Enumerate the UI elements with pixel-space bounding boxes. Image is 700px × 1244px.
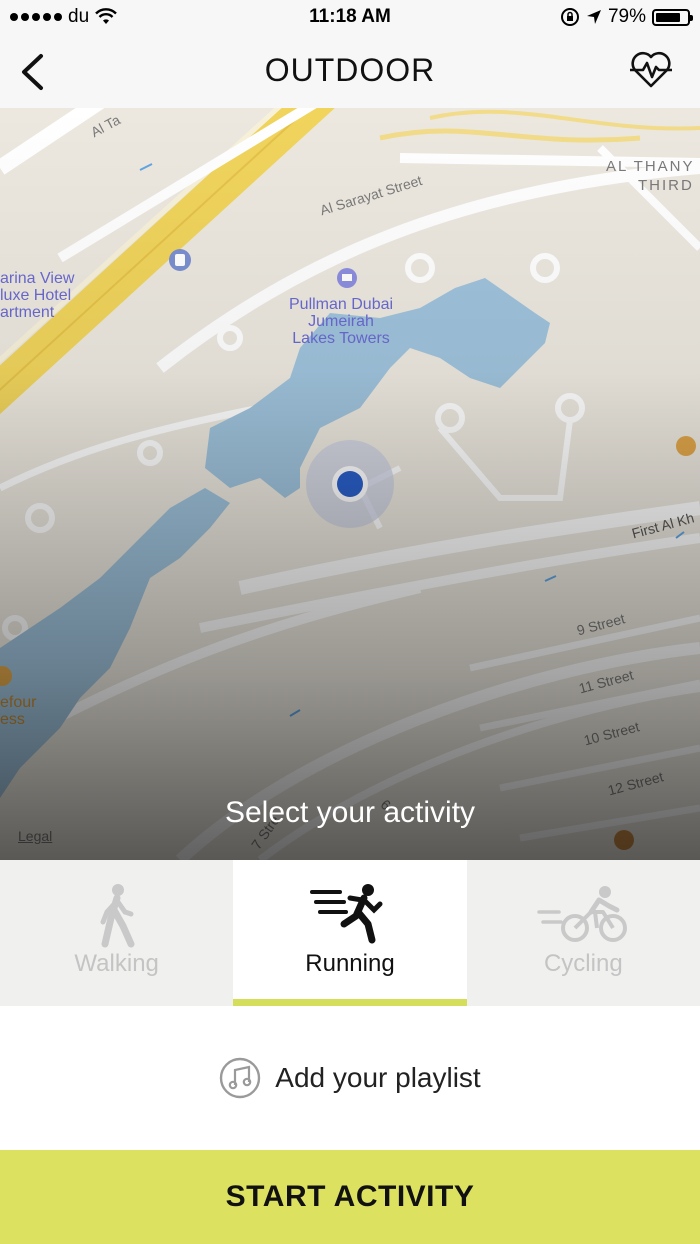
add-playlist-button[interactable]: Add your playlist (0, 1006, 700, 1150)
select-activity-prompt: Select your activity (224, 796, 476, 829)
tab-cycling[interactable]: Cycling (467, 860, 700, 1006)
tab-running[interactable]: Running (233, 860, 467, 1006)
location-arrow-icon (586, 10, 601, 24)
activity-selector: Walking Running Cycling (0, 860, 700, 1006)
music-note-icon (220, 1057, 261, 1099)
poi-carrefour-label: efour ess (0, 694, 37, 728)
map-base[interactable] (0, 108, 700, 860)
add-playlist-label: Add your playlist (275, 1062, 481, 1093)
page-title: OUTDOOR (264, 52, 436, 88)
status-bar: du 11:18 AM 79% (0, 0, 700, 36)
status-right: 79% (560, 6, 693, 28)
poi-hotel-label: Pullman Dubai Jumeirah Lakes Towers (289, 296, 394, 347)
legal-link[interactable]: Legal (18, 828, 52, 844)
nav-bar: OUTDOOR (0, 36, 700, 109)
start-activity-button[interactable]: START ACTIVITY (0, 1150, 700, 1244)
map-view[interactable]: Al Sarayat Street AL THANY THIRD Al Ta F… (0, 108, 700, 860)
start-activity-label: START ACTIVITY (225, 1180, 475, 1213)
active-tab-indicator (233, 999, 467, 1006)
tab-cycling-label: Cycling (543, 950, 623, 977)
battery-icon (652, 8, 693, 26)
running-icon (309, 884, 383, 944)
cycling-icon (537, 886, 628, 942)
health-button[interactable] (628, 46, 674, 92)
orientation-lock-icon (560, 8, 579, 26)
walking-icon (100, 884, 135, 948)
map-label-third: THIRD (638, 177, 694, 194)
heart-pulse-icon (630, 51, 672, 88)
tab-walking[interactable]: Walking (0, 860, 233, 1006)
battery-percent: 79% (607, 6, 646, 27)
map-label-al-thany: AL THANY (606, 158, 695, 175)
tab-running-label: Running (305, 950, 395, 977)
poi-marina-label: arina View luxe Hotel artment (0, 270, 75, 321)
tab-walking-label: Walking (74, 950, 159, 977)
